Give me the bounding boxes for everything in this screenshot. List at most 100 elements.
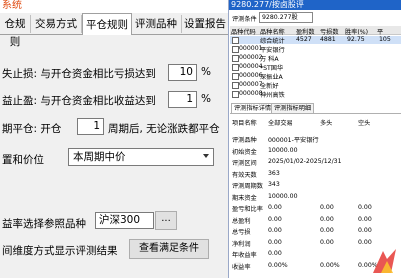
condition-select[interactable]: 9280.277股 [259,12,313,23]
tab-test-symbols[interactable]: 评测品种 [131,15,182,33]
detail-row: 总盈利 0.00 0.00 0.00 [230,215,401,225]
tab-bar: 仓规则 交易方式 平仓规则 评测品种 设置报告 [0,13,228,48]
cell-name: 综合统计 [260,38,285,45]
table-row[interactable]: 000001 平安银行 [230,45,401,54]
detail-v: 000001-平安银行 [268,137,319,144]
row-checkbox[interactable] [232,91,239,98]
logo-icon [373,249,396,273]
detail-row: 有效天数 363 [230,169,401,179]
cell-flat: 105 [379,36,391,43]
cell-loss: 4881 [320,36,336,43]
condition-label: 评测条件 [232,16,257,23]
detail-v: 0.00% [268,261,288,269]
table-row[interactable]: 000004 *ST国华 [230,63,401,72]
row-checkbox[interactable] [232,73,239,80]
tab-open-rules[interactable]: 仓规则 [0,15,31,48]
detail-row: 盈亏和比率 0.00 0.00 0.00 [230,204,401,213]
detail-v: 0.00 [268,215,282,223]
detail-v: 363 [268,169,280,177]
row-checkbox[interactable] [232,64,239,71]
tab-trade-mode[interactable]: 交易方式 [31,15,82,33]
view-conditions-button[interactable]: 查看满足条件 [129,239,209,259]
detail-b: 0.00 [358,227,372,234]
detail-col-long: 多头 [320,120,333,127]
take-profit-input[interactable]: 1 [168,91,197,108]
take-profit-unit: % [201,93,211,105]
tab-close-rules[interactable]: 平仓规则 [82,13,132,35]
cell-name: 神州高铁 [260,92,285,99]
condition-select-value: 9280.277股 [262,14,298,21]
detail-v: 10000.00 [268,146,298,154]
detail-k: 总亏损 [232,229,251,236]
price-select[interactable]: 本周期中价 [68,148,214,166]
result-window: 9280.277/按卤股评 评测条件 9280.277股 品种代码 品种名称 盈… [228,0,401,278]
cell-name: 深振业A [260,74,283,81]
detail-row: 总亏损 0.00 0.00 0.00 [230,227,401,236]
stop-loss-input[interactable]: 10 [168,64,197,81]
detail-a: 0.00 [320,215,334,223]
cell-rate: 92.75 [347,36,365,43]
watermark-1: T [235,160,242,170]
tab-detail-list[interactable]: 评测指标明细 [271,103,315,113]
row-checkbox[interactable] [232,55,239,62]
dialog-title: 系统 [0,0,228,13]
period-close-input[interactable]: 1 [77,118,104,135]
detail-a: 0.00 [320,204,334,211]
table-row[interactable]: 000006 深振业A [230,72,401,81]
detail-row: 评测区间 2025/01/02-2025/12/31 [230,158,401,167]
detail-k: 年收益率 [232,252,257,259]
watermark-2: T [235,262,242,272]
divider [230,113,401,114]
chevron-down-icon [203,154,209,158]
tab-report-settings[interactable]: 设置报告 [182,15,228,33]
detail-v: 343 [268,181,280,188]
detail-k: 评测品种 [232,137,257,144]
browse-button[interactable]: ... [155,211,177,230]
benchmark-label: 益率选择参照品种 [2,218,86,230]
detail-row: 评测周期数 343 [230,181,401,190]
table-row[interactable]: 000007 全新好 [230,81,401,90]
detail-k: 初始资金 [232,148,257,156]
detail-v: 0.00 [268,238,282,246]
detail-v: 2025/01/02-2025/12/31 [268,158,342,165]
detail-col-all: 全部交易 [268,120,293,127]
table-row[interactable]: 综合统计 4527 4881 92.75 105 [230,36,401,45]
col-code: 品种代码 [231,29,256,36]
row-checkbox[interactable] [232,37,239,44]
window-title: 9280.277/按卤股评 [229,0,401,10]
table-header: 品种代码 品种名称 盈利数 亏损数 胜率(%) 平 [230,26,401,36]
row-checkbox[interactable] [232,82,239,89]
period-close-label: 期平仓: 开仓 [2,123,62,135]
detail-row: 初始资金 10000.00 [230,146,401,156]
detail-k: 评测周期数 [232,183,263,190]
detail-row: 期末资金 10000.00 [230,192,401,202]
table-row[interactable]: 000008 神州高铁 [230,90,401,99]
detail-k: 净利润 [232,240,251,248]
detail-v: 0.00 [268,227,282,234]
period-close-suffix: 周期后, 无论涨跌都平仓 [108,123,220,135]
detail-col-short: 空头 [358,120,371,127]
view-mode-label: 间维度方式显示评测结果 [2,245,118,257]
cell-name: 平安银行 [260,47,285,54]
settings-dialog: 系统 仓规则 交易方式 平仓规则 评测品种 设置报告 失止损: 与开仓资金相比亏… [0,0,228,278]
detail-header: 项目名称 全部交易 多头 空头 [230,117,401,127]
stop-loss-unit: % [201,66,211,78]
row-checkbox[interactable] [232,46,239,53]
tab-detail[interactable]: 评测指标详情 [231,103,275,113]
col-rate: 胜率(%) [345,29,369,36]
detail-a: 0.00 [320,238,334,246]
detail-k: 盈亏和比率 [232,206,263,213]
detail-col-item: 项目名称 [232,120,257,127]
table-row[interactable]: 000002 万 科A [230,54,401,63]
take-profit-label: 益止盈: 与开仓资金相比收益达到 [2,95,156,107]
benchmark-input[interactable]: 沪深300 [95,212,154,229]
cell-name: 全新好 [260,83,279,90]
detail-row: 评测品种 000001-平安银行 [230,135,401,144]
detail-v: 10000.00 [268,192,298,200]
col-flat: 平 [377,29,384,36]
detail-k: 期末资金 [232,194,257,202]
price-label: 置和价位 [2,154,44,166]
col-name: 品种名称 [260,29,285,36]
detail-v: 0.00 [268,250,282,257]
cell-name: 万 科A [260,56,279,63]
